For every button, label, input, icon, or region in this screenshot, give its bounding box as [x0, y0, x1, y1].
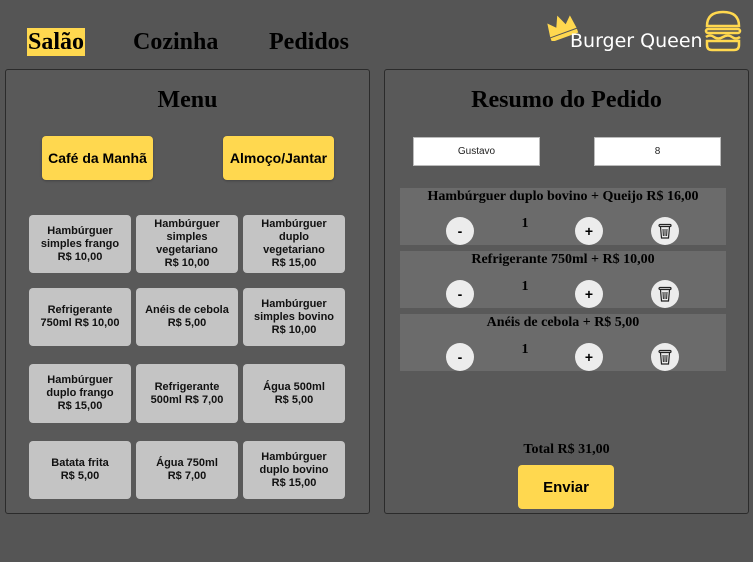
menu-item-price: R$ 5,00: [60, 470, 100, 482]
increase-quantity-button[interactable]: +: [575, 217, 603, 245]
menu-item[interactable]: Batata frita R$ 5,00: [29, 441, 131, 499]
menu-item-name: Água 500ml: [263, 380, 325, 393]
delete-item-button[interactable]: [651, 343, 679, 371]
order-title: Resumo do Pedido: [471, 87, 662, 113]
brand-logo: Burger Queen: [543, 9, 743, 59]
tab-salao[interactable]: Salão: [27, 28, 86, 56]
menu-item-name: Hambúrguer duplo frango: [46, 374, 114, 399]
menu-item-price: R$ 5,00: [274, 393, 314, 406]
menu-item-name: Hambúrguer duplo vegetariano: [261, 218, 327, 256]
client-name-input[interactable]: [413, 137, 540, 166]
increase-quantity-button[interactable]: +: [575, 280, 603, 308]
menu-item[interactable]: Hambúrguer duplo frango R$ 15,00: [29, 364, 131, 423]
menu-item-price: R$ 15,00: [271, 476, 317, 489]
delete-item-button[interactable]: [651, 217, 679, 245]
menu-item-price: R$ 10,00: [57, 250, 103, 263]
tab-pedidos[interactable]: Pedidos: [269, 28, 349, 56]
order-item-quantity: 1: [521, 216, 529, 231]
menu-item[interactable]: Água 500ml R$ 5,00: [243, 364, 345, 423]
menu-item-price: R$ 10,00: [271, 323, 317, 336]
trash-icon: [658, 223, 672, 239]
menu-item[interactable]: Refrigerante 500ml R$ 7,00: [136, 364, 238, 423]
order-panel: Resumo do Pedido Hambúrguer duplo bovino…: [384, 69, 749, 514]
menu-item-name: Hambúrguer duplo bovino: [259, 450, 329, 476]
order-item-label: Refrigerante 750ml + R$ 10,00: [471, 252, 655, 267]
decrease-quantity-button[interactable]: -: [446, 343, 474, 371]
tab-cozinha[interactable]: Cozinha: [133, 28, 218, 56]
delete-item-button[interactable]: [651, 280, 679, 308]
table-number-input[interactable]: [594, 137, 721, 166]
category-lunch-dinner-button[interactable]: Almoço/Jantar: [223, 136, 334, 180]
burger-icon: [704, 10, 742, 52]
menu-item[interactable]: Hambúrguer simples bovino R$ 10,00: [243, 288, 345, 346]
order-item-quantity: 1: [521, 342, 529, 357]
menu-item[interactable]: Hambúrguer simples frango R$ 10,00: [29, 215, 131, 273]
menu-item-price: R$ 5,00: [167, 317, 207, 329]
decrease-quantity-button[interactable]: -: [446, 280, 474, 308]
menu-item-price: R$ 7,00: [184, 393, 224, 406]
category-breakfast-button[interactable]: Café da Manhã: [42, 136, 153, 180]
increase-quantity-button[interactable]: +: [575, 343, 603, 371]
decrease-quantity-button[interactable]: -: [446, 217, 474, 245]
menu-item[interactable]: Hambúrguer duplo vegetariano R$ 15,00: [243, 215, 345, 273]
menu-item-price: R$ 15,00: [271, 257, 317, 269]
order-total: Total R$ 31,00: [523, 442, 610, 457]
menu-item-name: Hambúrguer simples vegetariano: [154, 218, 220, 256]
menu-item[interactable]: Anéis de cebola R$ 5,00: [136, 288, 238, 346]
brand-name: Burger Queen: [570, 30, 703, 52]
send-order-button[interactable]: Enviar: [518, 465, 614, 509]
menu-item-price: R$ 10,00: [164, 257, 210, 269]
menu-item[interactable]: Água 750ml R$ 7,00: [136, 441, 238, 499]
menu-item-price: R$ 15,00: [57, 400, 103, 412]
trash-icon: [658, 286, 672, 302]
menu-item[interactable]: Hambúrguer simples vegetariano R$ 10,00: [136, 215, 238, 273]
menu-item[interactable]: Hambúrguer duplo bovino R$ 15,00: [243, 441, 345, 499]
menu-item-name: Hambúrguer simples bovino: [253, 297, 335, 323]
menu-panel: Menu Café da Manhã Almoço/Jantar Hambúrg…: [5, 69, 370, 514]
menu-title: Menu: [157, 87, 218, 113]
order-item: Hambúrguer duplo bovino + Queijo R$ 16,0…: [400, 188, 726, 245]
menu-item-name: Água 750ml: [156, 457, 218, 469]
menu-item[interactable]: Refrigerante 750ml R$ 10,00: [29, 288, 131, 346]
order-item: Refrigerante 750ml + R$ 10,00 - 1 +: [400, 251, 726, 308]
order-item-label: Anéis de cebola + R$ 5,00: [486, 315, 640, 330]
order-item-quantity: 1: [521, 279, 529, 294]
order-item-label: Hambúrguer duplo bovino + Queijo R$ 16,0…: [427, 189, 699, 204]
menu-item-name: Anéis de cebola: [145, 304, 229, 316]
order-item: Anéis de cebola + R$ 5,00 - 1 +: [400, 314, 726, 371]
menu-item-name: Hambúrguer simples frango: [40, 224, 120, 250]
menu-item-name: Batata frita: [51, 457, 109, 469]
menu-item-price: R$ 7,00: [167, 470, 207, 482]
menu-item-price: R$ 10,00: [74, 317, 120, 329]
trash-icon: [658, 349, 672, 365]
